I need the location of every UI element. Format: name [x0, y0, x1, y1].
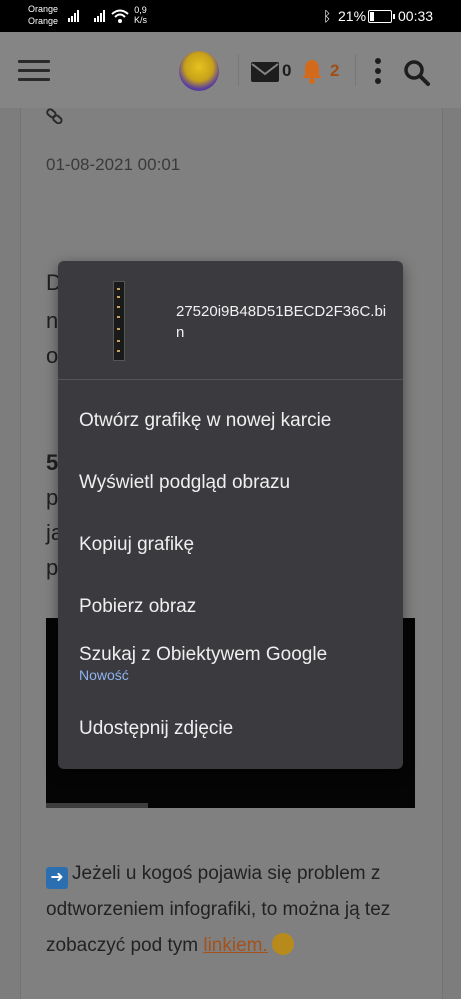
infographic-link[interactable]: linkiem.: [203, 935, 267, 956]
bell-icon[interactable]: [299, 58, 325, 84]
battery-fill: [370, 12, 375, 21]
menu-item-preview-image[interactable]: Wyświetl podgląd obrazu: [79, 472, 290, 494]
divider: [355, 54, 356, 86]
signal-icon: [68, 10, 79, 22]
speed-value: 0,9: [134, 5, 147, 15]
menu-icon[interactable]: [18, 60, 50, 82]
carrier-2: Orange: [28, 16, 59, 26]
signal-icon: [94, 10, 105, 22]
menu-divider: [58, 379, 403, 380]
wifi-icon: [111, 9, 129, 23]
post-paragraph: ➜ Jeżeli u kogoś pojawia się problem z od…: [46, 856, 431, 964]
divider: [238, 54, 239, 86]
text-fragment: n: [46, 308, 59, 333]
more-options-icon[interactable]: [375, 58, 383, 88]
link-icon[interactable]: [46, 108, 64, 124]
text-fragment: p: [46, 555, 59, 580]
battery-icon: [368, 10, 395, 23]
network-speed: 0,9 K/s: [134, 5, 147, 25]
app-header: 0 2: [0, 32, 461, 108]
carrier-1: Orange: [28, 4, 59, 14]
search-icon[interactable]: [403, 59, 431, 87]
carrier-names: Orange Orange: [28, 3, 58, 27]
image-file-name: 27520i9B48D51BECD2F36C.bin: [176, 303, 387, 341]
image-thumbnail: [113, 281, 125, 361]
menu-item-google-lens[interactable]: Szukaj z Obiektywem Google: [79, 644, 327, 666]
hugging-face-emoji-icon: [271, 933, 294, 955]
image-context-menu: 27520i9B48D51BECD2F36C.bin Otwórz grafik…: [58, 261, 403, 769]
image-progress-bar: [46, 803, 148, 808]
text-fragment: 5: [46, 450, 59, 475]
menu-item-share-image[interactable]: Udostępnij zdjęcie: [79, 718, 233, 740]
clock: 00:33: [398, 8, 434, 24]
text-fragment: o: [46, 343, 59, 368]
new-badge: Nowość: [79, 667, 129, 683]
battery-percent: 21%: [338, 8, 367, 24]
speed-unit: K/s: [134, 15, 148, 25]
avatar[interactable]: [179, 51, 219, 91]
menu-item-copy-image[interactable]: Kopiuj grafikę: [79, 534, 194, 556]
menu-item-download-image[interactable]: Pobierz obraz: [79, 596, 196, 618]
status-bar: Orange Orange 0,9 K/s ᛒ 21% 00:33: [0, 0, 461, 32]
arrow-right-icon: ➜: [46, 867, 68, 889]
messages-count[interactable]: 0: [282, 61, 291, 81]
notifications-count[interactable]: 2: [330, 61, 339, 81]
menu-item-open-in-new-tab[interactable]: Otwórz grafikę w nowej karcie: [79, 410, 331, 432]
post-date: 01-08-2021 00:01: [46, 155, 181, 174]
bluetooth-icon: ᛒ: [323, 8, 332, 24]
text-fragment: p: [46, 485, 59, 510]
mail-icon[interactable]: [251, 62, 279, 82]
